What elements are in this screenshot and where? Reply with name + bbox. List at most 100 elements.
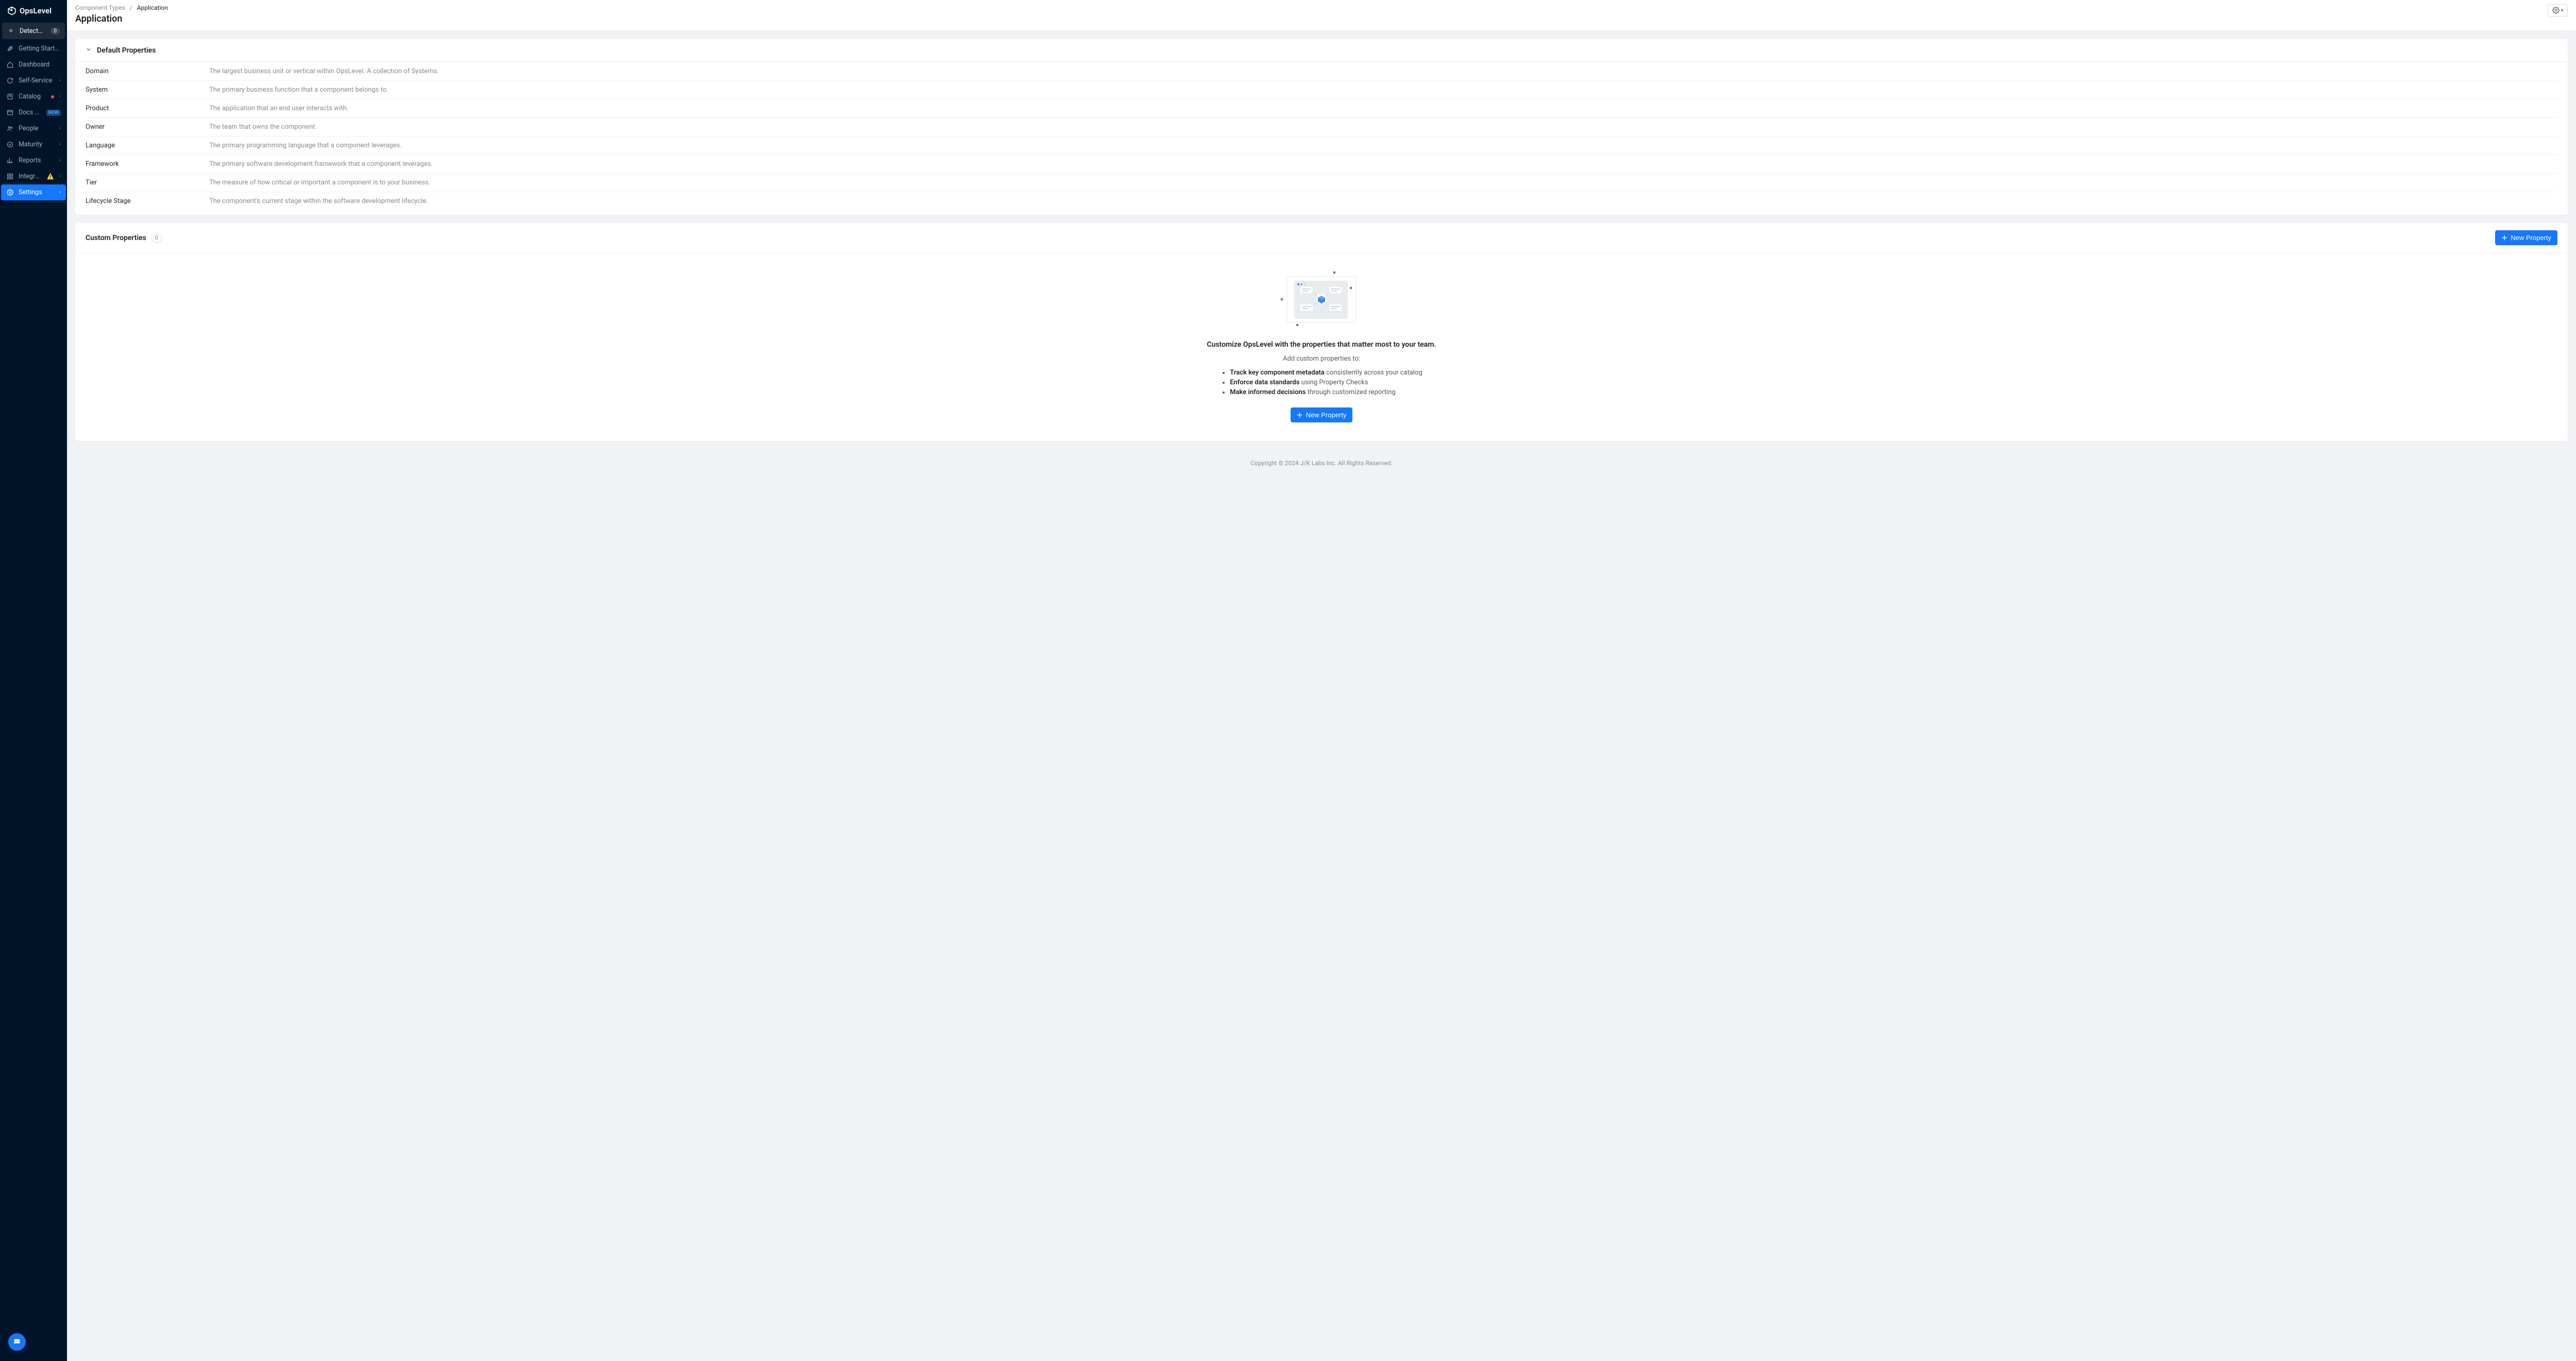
- property-name: Domain: [86, 62, 209, 81]
- table-row: System The primary business function tha…: [86, 81, 2557, 99]
- sidebar-item-label: Detected Services: [20, 27, 45, 35]
- chevron-right-icon: ›: [59, 142, 61, 147]
- sidebar-item-label: Docs Hub: [19, 109, 41, 116]
- chart-icon: [6, 157, 13, 164]
- chat-support-button[interactable]: [8, 1333, 26, 1351]
- property-name: Owner: [86, 118, 209, 137]
- bullet-rest: consistently across your catalog: [1325, 369, 1422, 377]
- sidebar-item-people[interactable]: People ›: [1, 121, 66, 137]
- sidebar-item-label: Getting Started: [19, 45, 61, 53]
- book-icon: [6, 93, 13, 100]
- empty-state: Customize OpsLevel with the properties t…: [75, 253, 2568, 441]
- property-desc: The largest business unit or vertical wi…: [209, 62, 2557, 81]
- property-desc: The primary business function that a com…: [209, 81, 2557, 99]
- brand-logo[interactable]: OpsLevel: [0, 0, 67, 23]
- opslevel-logo-icon: [7, 6, 16, 15]
- brand-name: OpsLevel: [20, 6, 52, 15]
- sidebar-item-catalog[interactable]: Catalog ›: [1, 89, 66, 105]
- sidebar-item-docs-hub[interactable]: Docs Hub NEW: [1, 105, 66, 121]
- property-name: Framework: [86, 155, 209, 174]
- property-name: Lifecycle Stage: [86, 192, 209, 211]
- chevron-down-icon: ▾: [2561, 8, 2563, 13]
- property-desc: The primary software development framewo…: [209, 155, 2557, 174]
- new-property-cta-button[interactable]: ＋ New Property: [1291, 407, 1353, 422]
- property-name: Tier: [86, 174, 209, 192]
- breadcrumb: Component Types / Application: [75, 4, 168, 11]
- property-desc: The primary programming language that a …: [209, 137, 2557, 155]
- chevron-right-icon: ›: [59, 158, 61, 163]
- empty-illustration: [1278, 268, 1365, 330]
- sidebar-item-label: Reports: [19, 157, 54, 164]
- sidebar-item-reports[interactable]: Reports ›: [1, 152, 66, 168]
- people-icon: [6, 125, 13, 132]
- bullet-rest: using Property Checks: [1299, 379, 1368, 386]
- new-badge: NEW: [46, 110, 61, 116]
- breadcrumb-parent[interactable]: Component Types: [75, 4, 125, 11]
- page-settings-button[interactable]: ▾: [2548, 4, 2568, 16]
- chevron-right-icon: ›: [59, 94, 61, 99]
- bullet-bold: Make informed decisions: [1230, 388, 1306, 396]
- list-item: Enforce data standards using Property Ch…: [1230, 379, 1422, 386]
- button-label: New Property: [1306, 411, 1347, 419]
- table-row: Owner The team that owns the component.: [86, 118, 2557, 137]
- gear-icon: [2552, 7, 2560, 14]
- table-row: Lifecycle Stage The component's current …: [86, 192, 2557, 211]
- chevron-right-icon: ›: [59, 190, 61, 195]
- chevron-right-icon: ›: [59, 174, 61, 179]
- docs-icon: [6, 109, 13, 116]
- home-icon: [6, 61, 13, 68]
- breadcrumb-separator: /: [130, 4, 132, 11]
- bullet-rest: through customized reporting: [1306, 388, 1396, 396]
- sidebar-item-label: Catalog: [19, 93, 45, 100]
- default-properties-table: Domain The largest business unit or vert…: [86, 62, 2557, 211]
- sidebar-item-label: Settings: [19, 189, 54, 196]
- chevron-down-icon: [86, 46, 92, 55]
- sidebar: OpsLevel ✧ Detected Services 0 Getting S…: [0, 0, 67, 1361]
- page-title: Application: [75, 13, 168, 24]
- sidebar-item-label: Maturity: [19, 141, 54, 148]
- sidebar-item-maturity[interactable]: Maturity ›: [1, 137, 66, 152]
- sidebar-item-getting-started[interactable]: Getting Started: [1, 41, 66, 57]
- default-properties-card: Default Properties Domain The largest bu…: [75, 39, 2568, 215]
- table-row: Product The application that an end user…: [86, 99, 2557, 118]
- property-desc: The measure of how critical or important…: [209, 174, 2557, 192]
- alert-dot-icon: [51, 95, 54, 98]
- sidebar-item-integrations[interactable]: Integrations ⚠️ ›: [1, 168, 66, 184]
- sidebar-item-settings[interactable]: Settings ›: [1, 184, 66, 200]
- section-title: Custom Properties: [86, 234, 146, 242]
- list-item: Track key component metadata consistentl…: [1230, 369, 1422, 377]
- property-name: Language: [86, 137, 209, 155]
- bullet-bold: Track key component metadata: [1230, 369, 1325, 377]
- empty-headline: Customize OpsLevel with the properties t…: [86, 341, 2557, 349]
- rocket-icon: [6, 45, 13, 52]
- main-content: Component Types / Application Applicatio…: [67, 0, 2576, 1361]
- sidebar-item-detected-services[interactable]: ✧ Detected Services 0: [2, 23, 65, 39]
- chevron-right-icon: ›: [59, 126, 61, 131]
- sidebar-item-dashboard[interactable]: Dashboard: [1, 57, 66, 73]
- sidebar-item-self-service[interactable]: Self-Service ›: [1, 73, 66, 89]
- default-properties-header[interactable]: Default Properties: [75, 39, 2568, 62]
- property-desc: The team that owns the component.: [209, 118, 2557, 137]
- check-circle-icon: [6, 141, 13, 148]
- plus-icon: ＋: [1297, 411, 1303, 419]
- new-property-button[interactable]: ＋ New Property: [2495, 230, 2557, 245]
- property-name: System: [86, 81, 209, 99]
- property-desc: The component's current stage within the…: [209, 192, 2557, 211]
- sidebar-item-label: People: [19, 125, 54, 132]
- grid-icon: [6, 173, 13, 180]
- sidebar-item-label: Dashboard: [19, 61, 61, 69]
- property-desc: The application that an end user interac…: [209, 99, 2557, 118]
- empty-bullet-list: Track key component metadata consistentl…: [1221, 367, 1422, 398]
- section-title: Default Properties: [97, 46, 156, 55]
- table-row: Tier The measure of how critical or impo…: [86, 174, 2557, 192]
- table-row: Language The primary programming languag…: [86, 137, 2557, 155]
- custom-properties-header: Custom Properties 0 ＋ New Property: [75, 223, 2568, 253]
- custom-count-badge: 0: [151, 233, 162, 243]
- breadcrumb-current: Application: [137, 4, 168, 11]
- empty-lead: Add custom properties to:: [86, 355, 2557, 363]
- table-row: Framework The primary software developme…: [86, 155, 2557, 174]
- warning-icon: ⚠️: [47, 173, 54, 180]
- top-bar: Component Types / Application Applicatio…: [67, 0, 2576, 31]
- gear-icon: [6, 189, 13, 196]
- plus-icon: ＋: [2501, 233, 2507, 242]
